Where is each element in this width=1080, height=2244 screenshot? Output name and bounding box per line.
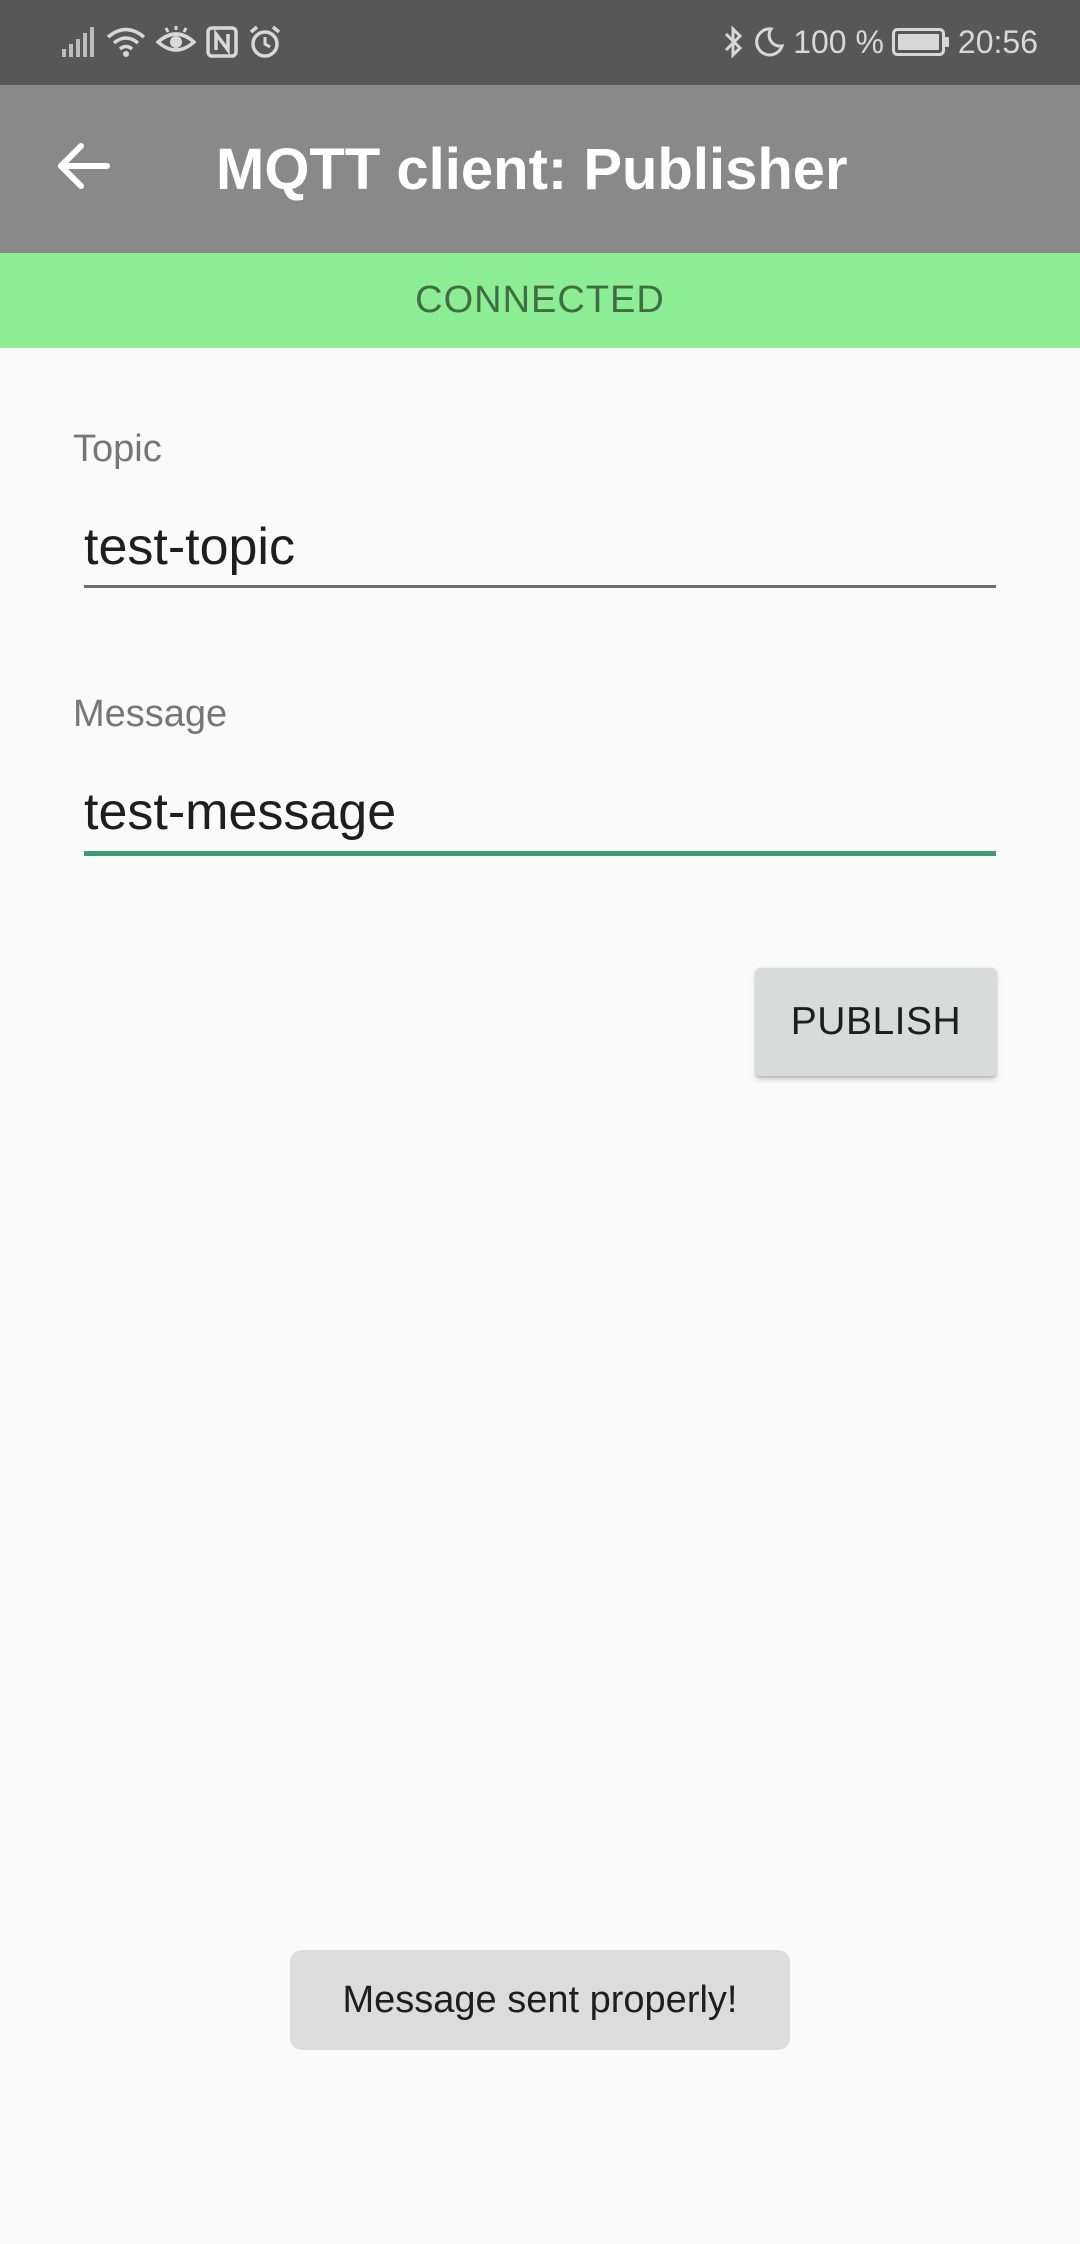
publish-button[interactable]: PUBLISH (756, 968, 996, 1076)
alarm-icon (248, 25, 282, 59)
bluetooth-icon (723, 25, 745, 59)
toast-message: Message sent properly! (290, 1950, 790, 2050)
message-label: Message (73, 693, 228, 735)
wifi-icon (106, 26, 146, 58)
message-underline (84, 851, 996, 856)
moon-icon (753, 26, 785, 58)
topic-input[interactable] (84, 512, 996, 582)
connection-status-text: CONNECTED (415, 279, 665, 321)
back-button[interactable] (38, 123, 128, 213)
status-left-icons (62, 20, 282, 64)
app-bar: MQTT client: Publisher (0, 85, 1080, 253)
message-input[interactable] (84, 777, 996, 847)
eye-icon (156, 26, 196, 58)
signal-icon (62, 27, 96, 57)
topic-underline (84, 585, 996, 588)
status-right-icons: 100 % 20:56 (723, 18, 1038, 66)
status-bar: 100 % 20:56 (0, 0, 1080, 85)
clock-time: 20:56 (957, 23, 1038, 60)
topic-label: Topic (73, 428, 162, 470)
page-title: MQTT client: Publisher (216, 137, 848, 202)
toast-text: Message sent properly! (342, 1978, 738, 2021)
arrow-back-icon (55, 141, 111, 196)
connection-status-banner: CONNECTED (0, 253, 1080, 348)
nfc-icon (206, 26, 238, 58)
battery-percent: 100 % (793, 23, 884, 60)
battery-icon (891, 28, 950, 56)
